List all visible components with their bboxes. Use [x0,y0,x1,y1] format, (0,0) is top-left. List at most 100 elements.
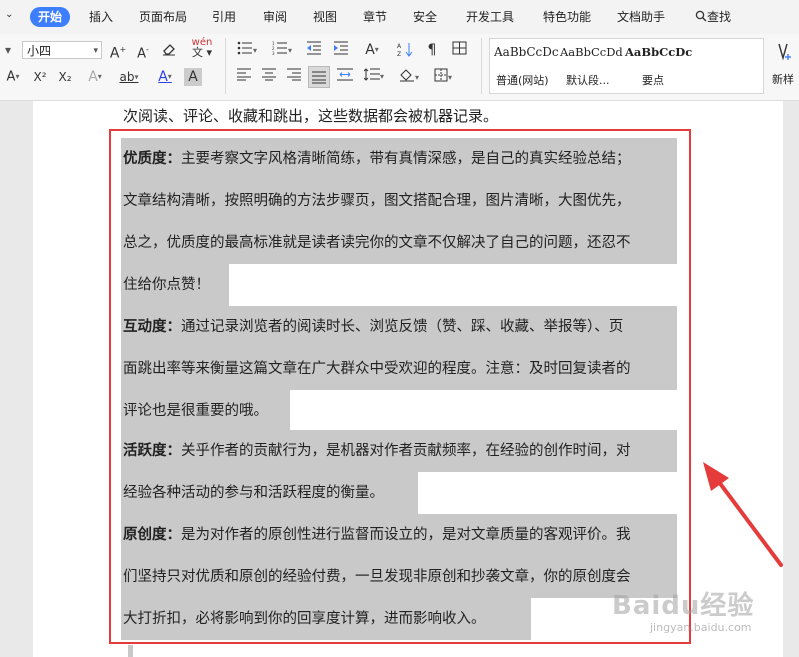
bullet-list-button[interactable]: ▾ [234,41,260,59]
character-shading-button[interactable]: A [184,68,202,86]
line-text: 文章结构清晰，按照明确的方法步骤页，图文搭配合理，图片清晰，大图优先， [123,193,631,209]
align-right-icon [287,68,301,81]
style-name-default[interactable]: 默认段... [566,72,610,88]
line-text: 住给你点赞！ [123,277,210,293]
font-effect-label: A [88,69,98,85]
styles-gallery: AaBbCcDc 普通(网站) AaBbCcDd 默认段... AaBbCcDc… [489,38,764,94]
tab-references[interactable]: 引用 [212,7,236,27]
align-left-icon [237,68,251,81]
line-text: 面跳出率等来衡量这篇文章在广大群众中受欢迎的程度。注意：及时回复读者的 [123,361,631,377]
grow-font-button[interactable]: A+ [109,41,127,62]
style-name-normal-web[interactable]: 普通(网站) [496,72,549,88]
grow-font-label: A [109,45,120,62]
line-text: 经验各种活动的参与和活跃程度的衡量。 [123,485,384,501]
find-button[interactable]: 查找 [695,7,731,27]
selected-line[interactable]: 评论也是很重要的哦。 [121,390,290,432]
table-borders-button[interactable] [449,41,469,59]
align-left-button[interactable] [235,68,253,86]
text-direction-button[interactable]: A▾ [359,41,385,59]
show-marks-button[interactable]: ¶ [423,41,441,59]
find-label: 查找 [707,10,732,24]
new-style-button[interactable]: 新样 [770,38,799,94]
phonetic-guide-button[interactable]: wén 文 ▾ [188,38,216,59]
font-effect-button[interactable]: A▾ [83,68,107,86]
highlight-button[interactable]: ab▾ [115,68,143,86]
style-preview-key-point[interactable]: AaBbCcDc [625,45,692,59]
shrink-font-button[interactable]: A- [134,41,152,61]
new-style-label: 新样 [772,73,794,86]
watermark-url: jingyan.baidu.com [650,621,752,634]
font-size-select[interactable]: 小四 ▾ [22,41,102,59]
tab-review[interactable]: 审阅 [263,7,287,27]
increase-indent-button[interactable] [332,41,350,59]
justify-icon [312,71,326,84]
tab-features[interactable]: 特色功能 [543,7,591,27]
tab-security[interactable]: 安全 [413,7,437,27]
tab-start[interactable]: 开始 [30,7,71,27]
selected-line[interactable]: 互动度：通过记录浏览者的阅读时长、浏览反馈（赞、踩、收藏、举报等）、页 [121,306,677,348]
heading-originality: 原创度： [123,527,181,543]
tab-view[interactable]: 视图 [313,7,337,27]
selected-line[interactable]: 们坚持只对优质和原创的经验付费，一旦发现非原创和抄袭文章，你的原创度会 [121,556,677,598]
align-center-icon [262,68,276,81]
subscript-button[interactable]: X₂ [54,68,76,86]
sort-icon: AZ [397,43,413,58]
decrease-indent-icon [307,41,321,55]
increase-indent-icon [334,41,348,55]
heading-activity: 活跃度： [123,443,181,459]
align-right-button[interactable] [285,68,303,86]
selected-line[interactable]: 大打折扣，必将影响到你的回享度计算，进而影响收入。 [121,598,531,640]
heading-quality: 优质度： [123,151,181,167]
line-text: 关乎作者的贡献行为，是机器对作者贡献频率，在经验的创作时间，对 [181,443,631,459]
selected-line[interactable]: 经验各种活动的参与和活跃程度的衡量。 [121,472,418,514]
line-text: 是为对作者的原创性进行监督而设立的，是对文章质量的客观评价。我 [181,527,631,543]
font-name-dropdown-icon[interactable]: ▾ [0,41,16,59]
text-effect-button[interactable]: A▾ [0,68,26,86]
tab-page-layout[interactable]: 页面布局 [139,7,187,27]
tab-doc-assistant[interactable]: 文档助手 [617,7,665,27]
svg-text:A: A [397,43,402,50]
paragraph-text: 次阅读、评论、收藏和跳出，这些数据都会被机器记录。 [123,107,499,125]
align-center-button[interactable] [260,68,278,86]
tab-insert[interactable]: 插入 [89,7,113,27]
eraser-icon [163,44,175,56]
line-text: 总之，优质度的最高标准就是读者读完你的文章不仅解决了自己的问题，还忍不 [123,235,631,251]
selected-line[interactable]: 总之，优质度的最高标准就是读者读完你的文章不仅解决了自己的问题，还忍不 [121,222,677,264]
style-preview-default[interactable]: AaBbCcDd [560,45,623,59]
distributed-align-button[interactable] [335,68,355,86]
tab-developer[interactable]: 开发工具 [466,7,514,27]
superscript-button[interactable]: X² [29,68,51,86]
table-icon [452,41,466,55]
line-spacing-button[interactable]: ▾ [361,68,387,86]
line-text: 大打折扣，必将影响到你的回享度计算，进而影响收入。 [123,611,486,627]
svg-text:Z: Z [397,51,401,57]
selected-line[interactable]: 住给你点赞！ [121,264,229,306]
numbered-list-icon: 123 [272,41,287,56]
style-name-key-point[interactable]: 要点 [642,72,664,88]
selected-line[interactable]: 面跳出率等来衡量这篇文章在广大群众中受欢迎的程度。注意：及时回复读者的 [121,348,677,390]
sort-button[interactable]: AZ [395,41,415,59]
ribbon-tab-bar: ⌄ 开始 插入 页面布局 引用 审阅 视图 章节 安全 开发工具 特色功能 文档… [0,0,799,34]
justify-button[interactable] [308,66,330,88]
font-color-button[interactable]: A▾ [152,68,178,86]
font-size-value: 小四 [27,44,52,58]
selected-line[interactable]: 文章结构清晰，按照明确的方法步骤页，图文搭配合理，图片清晰，大图优先， [121,180,677,222]
selected-line[interactable]: 活跃度：关乎作者的贡献行为，是机器对作者贡献频率，在经验的创作时间，对 [121,430,677,472]
collapse-ribbon-icon[interactable]: ⌄ [5,9,17,21]
baidu-watermark: Baidu经验 [612,591,755,621]
selected-line[interactable]: 原创度：是为对作者的原创性进行监督而设立的，是对文章质量的客观评价。我 [121,514,677,556]
clear-format-button[interactable] [160,41,178,59]
numbered-list-button[interactable]: 1 2 3 ▾ [269,41,295,59]
shading-button[interactable]: ▾ [396,68,422,86]
tab-sections[interactable]: 章节 [363,7,387,27]
distributed-icon [337,68,353,81]
line-text: 主要考察文字风格清晰简练，带有真情深感，是自己的真实经验总结； [181,151,631,167]
borders-button[interactable]: ▾ [430,68,456,86]
highlight-label: ab [119,70,135,84]
paint-bucket-icon [399,69,414,82]
decrease-indent-button[interactable] [305,41,323,59]
selection-continuation [128,645,133,657]
style-preview-normal-web[interactable]: AaBbCcDc [494,45,559,59]
selected-line[interactable]: 优质度：主要考察文字风格清晰简练，带有真情深感，是自己的真实经验总结； [121,138,677,180]
ribbon-toolbar: ▾ 小四 ▾ A+ A- wén 文 ▾ A▾ X² X₂ A▾ ab▾ A▾ A… [0,34,799,101]
